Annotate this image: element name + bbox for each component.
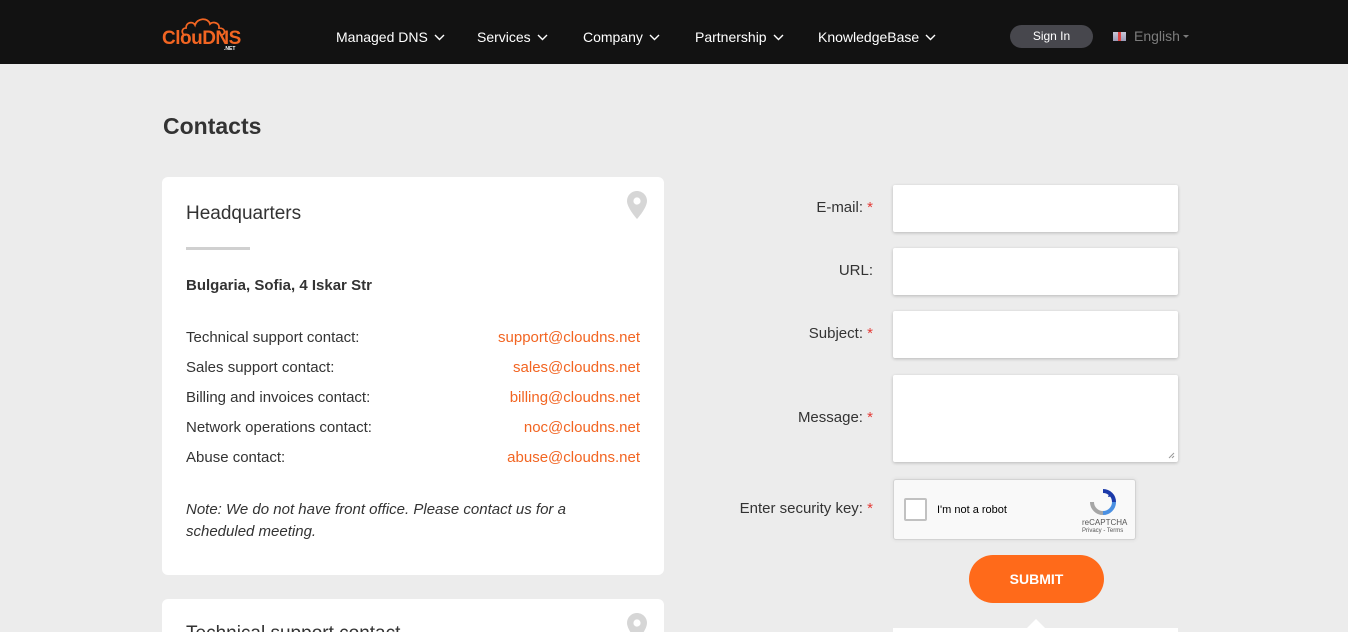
nav-label: Services [477, 29, 531, 45]
card-title: Technical support contact [186, 623, 400, 632]
recaptcha-label: I'm not a robot [937, 504, 1007, 516]
contact-row: Sales support contact: sales@cloudns.net [186, 359, 640, 379]
nav-label: KnowledgeBase [818, 29, 920, 45]
contact-label: Sales support contact: [186, 359, 335, 376]
recaptcha-widget: I'm not a robot reCAPTCHA Privacy - Term… [893, 479, 1136, 540]
chevron-down-icon [649, 34, 660, 40]
resize-grip-icon[interactable] [1168, 452, 1175, 459]
contact-row: Abuse contact: abuse@cloudns.net [186, 449, 640, 469]
required-marker: * [867, 409, 873, 426]
contact-email-link[interactable]: noc@cloudns.net [524, 419, 640, 436]
nav-managed-dns[interactable]: Managed DNS [336, 29, 445, 45]
top-navigation-bar: ClouDNS .NET Managed DNS Services Compan… [0, 0, 1348, 64]
url-label-text: URL: [838, 262, 873, 279]
map-pin-icon [627, 613, 647, 632]
nav-company[interactable]: Company [583, 29, 660, 45]
contact-email-link[interactable]: billing@cloudns.net [510, 389, 640, 406]
contact-email-link[interactable]: support@cloudns.net [498, 329, 640, 346]
chevron-down-icon [773, 34, 784, 40]
caret-down-icon [1182, 34, 1189, 38]
nav-knowledgebase[interactable]: KnowledgeBase [818, 29, 936, 45]
hq-address: Bulgaria, Sofia, 4 Iskar Str [186, 277, 372, 294]
tooltip-box [893, 628, 1178, 632]
office-note: Note: We do not have front office. Pleas… [186, 501, 566, 540]
page-title: Contacts [163, 113, 262, 139]
required-marker: * [867, 325, 873, 342]
chevron-down-icon [925, 34, 936, 40]
language-selector[interactable]: English [1113, 28, 1189, 44]
security-key-label: Enter security key: * [740, 500, 873, 517]
logo-suffix: .NET [224, 46, 236, 52]
contact-email-link[interactable]: abuse@cloudns.net [507, 449, 640, 466]
subject-label: Subject: * [809, 325, 873, 342]
contact-label: Abuse contact: [186, 449, 286, 466]
headquarters-card: Headquarters Bulgaria, Sofia, 4 Iskar St… [162, 177, 664, 575]
technical-support-card: Technical support contact [162, 599, 664, 632]
submit-button[interactable]: SUBMIT [969, 555, 1104, 603]
contact-label: Network operations contact: [186, 419, 372, 436]
nav-services[interactable]: Services [477, 29, 548, 45]
nav-label: Company [583, 29, 643, 45]
cloudns-logo[interactable]: ClouDNS .NET [162, 16, 242, 52]
recaptcha-privacy-terms[interactable]: Privacy - Terms [1082, 528, 1123, 534]
chevron-down-icon [537, 34, 548, 40]
sign-in-button[interactable]: Sign In [1010, 25, 1093, 48]
required-marker: * [867, 199, 873, 216]
subject-label-text: Subject: [808, 325, 863, 342]
language-label: English [1134, 28, 1180, 44]
nav-label: Partnership [695, 29, 767, 45]
recaptcha-brand: reCAPTCHA [1082, 518, 1128, 527]
nav-partnership[interactable]: Partnership [695, 29, 784, 45]
message-label: Message: * [798, 409, 873, 426]
title-divider [186, 247, 250, 250]
contact-label: Technical support contact: [186, 329, 360, 346]
email-label-text: E-mail: [816, 199, 863, 216]
recaptcha-logo-icon [1090, 489, 1116, 515]
uk-flag-icon [1113, 31, 1126, 41]
contact-email-link[interactable]: sales@cloudns.net [513, 359, 640, 376]
map-pin-icon [627, 191, 647, 219]
url-field[interactable] [893, 248, 1178, 295]
tooltip-arrow [1027, 619, 1045, 628]
required-marker: * [867, 500, 873, 517]
subject-field[interactable] [893, 311, 1178, 358]
security-label-text: Enter security key: [739, 500, 863, 517]
chevron-down-icon [434, 34, 445, 40]
contact-row: Billing and invoices contact: billing@cl… [186, 389, 640, 409]
message-label-text: Message: [797, 409, 863, 426]
url-label: URL: [839, 262, 873, 279]
card-title: Headquarters [186, 203, 302, 224]
contact-row: Technical support contact: support@cloud… [186, 329, 640, 349]
contact-row: Network operations contact: noc@cloudns.… [186, 419, 640, 439]
message-textarea[interactable] [893, 375, 1178, 462]
contact-label: Billing and invoices contact: [186, 389, 371, 406]
nav-label: Managed DNS [336, 29, 428, 45]
email-label: E-mail: * [816, 199, 873, 216]
recaptcha-checkbox[interactable] [904, 498, 927, 521]
email-field[interactable] [893, 185, 1178, 232]
